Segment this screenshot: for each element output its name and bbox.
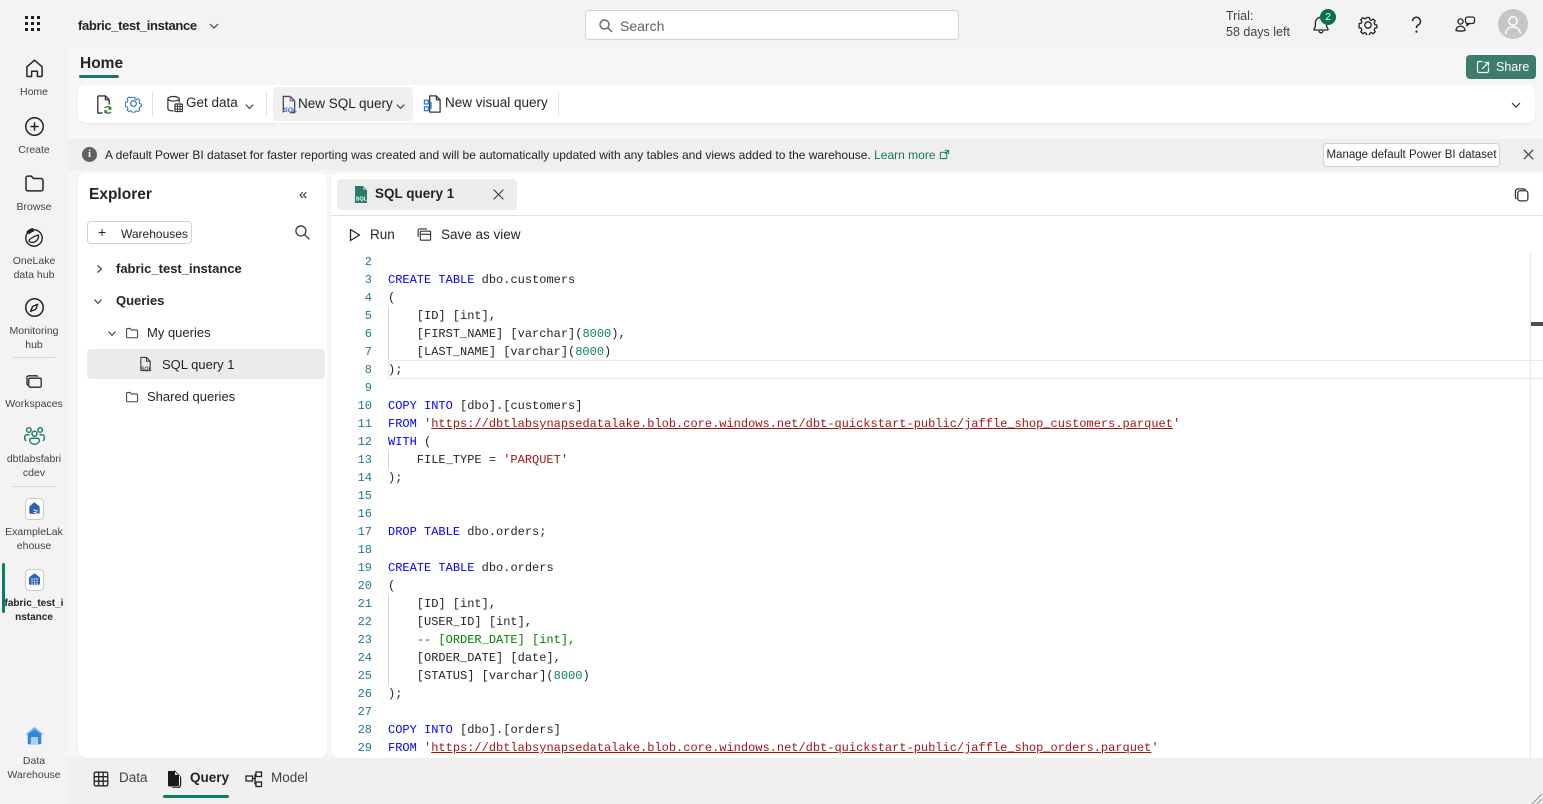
- svg-text:SQL: SQL: [283, 107, 297, 114]
- svg-text:SQL: SQL: [356, 197, 368, 203]
- svg-text:SQL: SQL: [141, 367, 152, 372]
